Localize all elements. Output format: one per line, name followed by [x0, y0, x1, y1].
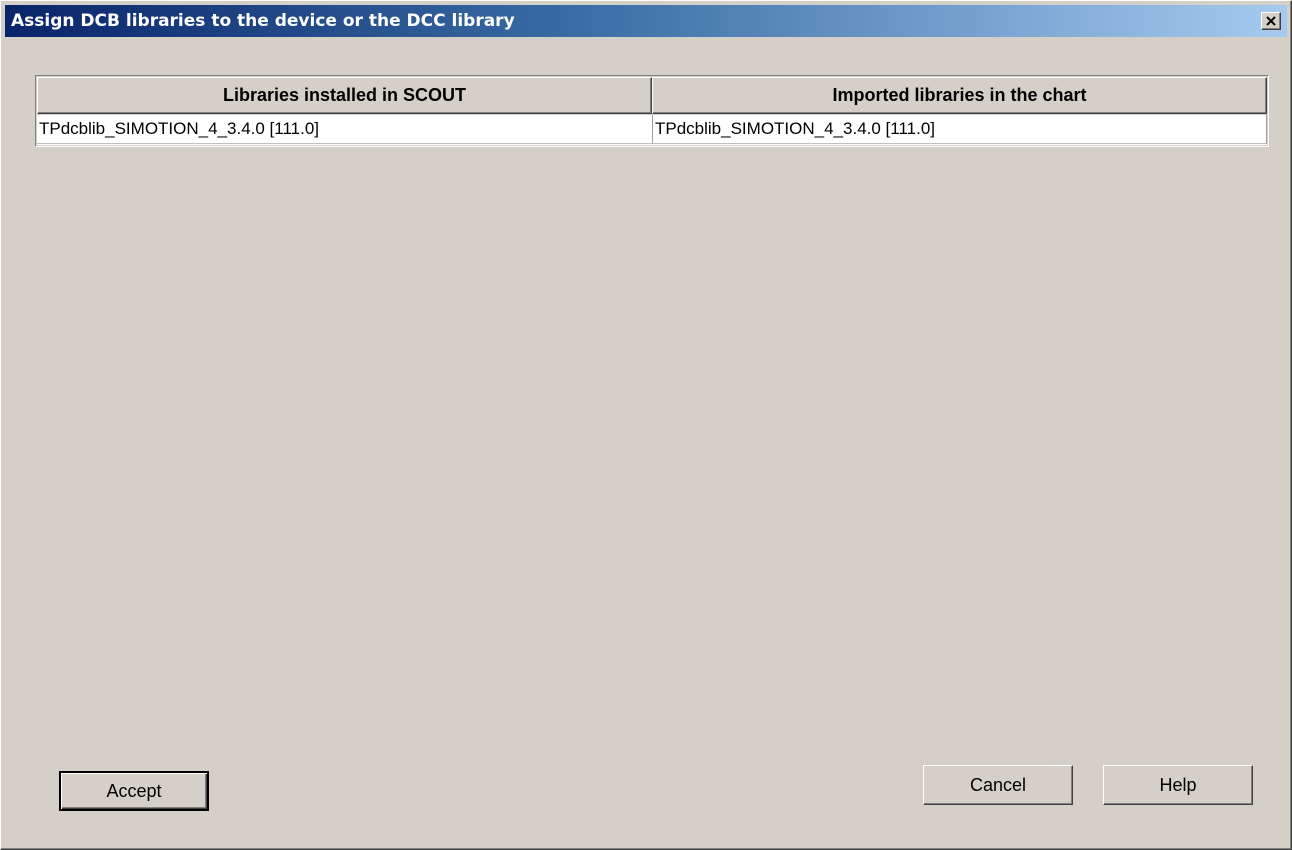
close-button[interactable]	[1261, 12, 1281, 30]
cancel-button[interactable]: Cancel	[923, 765, 1073, 805]
table-header-row: Libraries installed in SCOUT Imported li…	[37, 77, 1267, 114]
libraries-table: Libraries installed in SCOUT Imported li…	[35, 75, 1269, 147]
close-icon	[1266, 16, 1276, 26]
cell-imported-library[interactable]: TPdcblib_SIMOTION_4_3.4.0 [111.0]	[653, 115, 1267, 144]
column-header-installed-libraries[interactable]: Libraries installed in SCOUT	[37, 77, 652, 114]
help-button[interactable]: Help	[1103, 765, 1253, 805]
column-header-imported-libraries[interactable]: Imported libraries in the chart	[652, 77, 1267, 114]
accept-button[interactable]: Accept	[59, 771, 209, 811]
table-row[interactable]: TPdcblib_SIMOTION_4_3.4.0 [111.0] TPdcbl…	[37, 115, 1267, 145]
title-bar[interactable]: Assign DCB libraries to the device or th…	[5, 5, 1287, 37]
dialog-title: Assign DCB libraries to the device or th…	[11, 11, 515, 31]
assign-dcb-libraries-dialog: Assign DCB libraries to the device or th…	[0, 0, 1292, 850]
cell-installed-library[interactable]: TPdcblib_SIMOTION_4_3.4.0 [111.0]	[37, 115, 653, 144]
